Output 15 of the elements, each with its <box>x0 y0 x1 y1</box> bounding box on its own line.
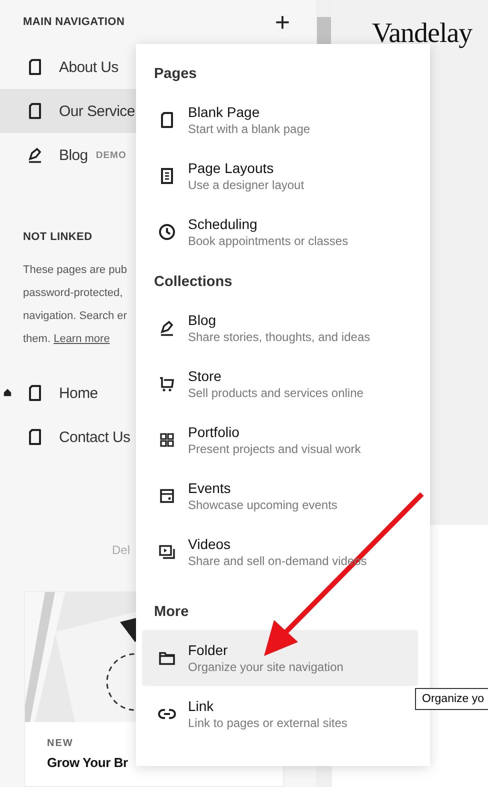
description-text: navigation. Search er <box>23 309 127 324</box>
description-text: them. <box>23 333 51 345</box>
tooltip: Organize yo <box>415 688 488 710</box>
section-heading: MAIN NAVIGATION <box>23 16 125 28</box>
menu-section-heading: Pages <box>153 65 197 84</box>
card-title: Grow Your Br <box>47 755 129 770</box>
site-title: Vandelay <box>372 18 474 50</box>
card-label: NEW <box>47 738 74 749</box>
menu-section-heading: Collections <box>153 273 232 292</box>
description-text: These pages are pub <box>23 263 127 278</box>
demo-label: DEMO <box>96 150 126 160</box>
section-heading: NOT LINKED <box>23 231 92 243</box>
menu-section-heading: More <box>153 603 189 622</box>
description-text: password-protected, <box>23 286 123 301</box>
delete-text: Del <box>112 543 130 557</box>
